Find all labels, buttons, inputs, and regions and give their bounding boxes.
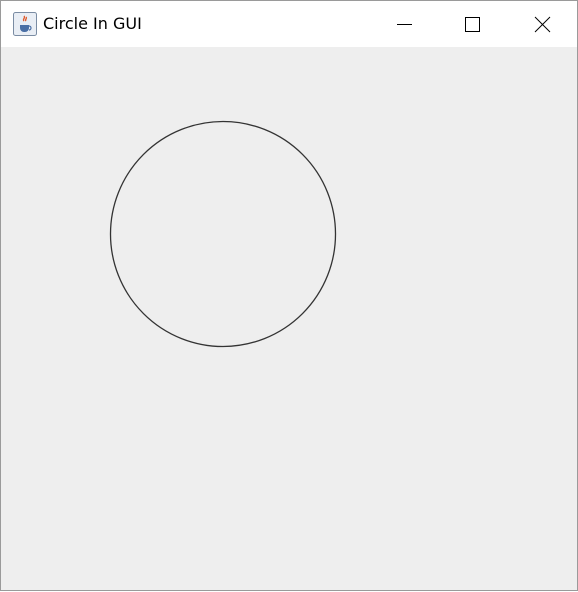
close-icon xyxy=(534,16,551,33)
window-title: Circle In GUI xyxy=(43,14,142,33)
maximize-icon xyxy=(465,17,480,32)
close-button[interactable] xyxy=(519,1,565,47)
drawn-circle xyxy=(109,120,337,348)
drawing-canvas xyxy=(109,120,337,348)
drawing-panel xyxy=(1,47,577,590)
app-window: Circle In GUI xyxy=(0,0,578,591)
minimize-button[interactable] xyxy=(381,1,427,47)
java-coffee-cup-icon[interactable] xyxy=(13,12,37,36)
minimize-icon xyxy=(397,24,412,25)
maximize-button[interactable] xyxy=(449,1,495,47)
title-bar[interactable]: Circle In GUI xyxy=(1,1,577,47)
